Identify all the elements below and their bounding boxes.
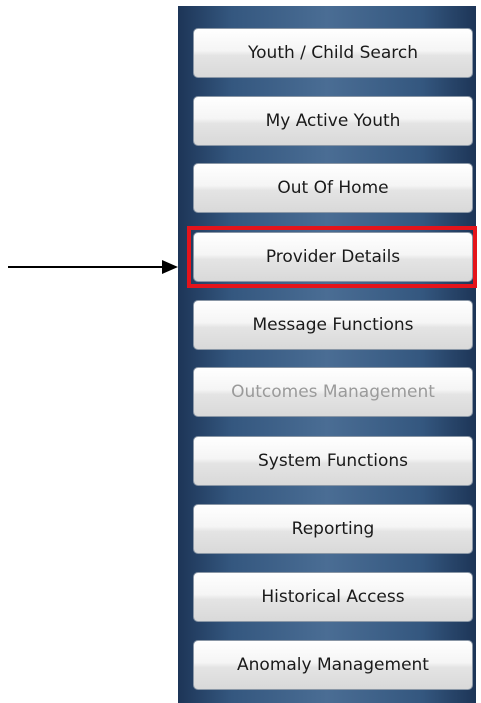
youth-child-search-button[interactable]: Youth / Child Search <box>193 28 473 78</box>
system-functions-button[interactable]: System Functions <box>193 436 473 486</box>
arrow-icon <box>8 260 178 274</box>
outcomes-management-button: Outcomes Management <box>193 367 473 417</box>
reporting-button[interactable]: Reporting <box>193 504 473 554</box>
out-of-home-button[interactable]: Out Of Home <box>193 163 473 213</box>
my-active-youth-button[interactable]: My Active Youth <box>193 96 473 146</box>
message-functions-button[interactable]: Message Functions <box>193 300 473 350</box>
historical-access-button[interactable]: Historical Access <box>193 572 473 622</box>
highlight-box <box>187 226 477 288</box>
anomaly-management-button[interactable]: Anomaly Management <box>193 640 473 690</box>
